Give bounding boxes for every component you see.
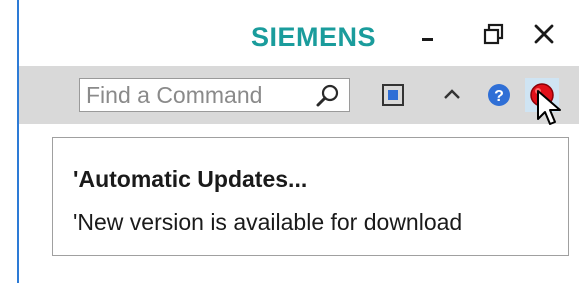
close-icon (534, 24, 554, 44)
collapse-ribbon-button[interactable] (435, 78, 469, 112)
close-button[interactable] (525, 14, 563, 54)
update-notification-popup[interactable]: 'Automatic Updates... 'New version is av… (52, 137, 569, 256)
minimize-button[interactable] (410, 14, 448, 54)
notification-message: 'New version is available for download (73, 209, 463, 235)
find-command-input[interactable] (86, 79, 306, 111)
help-icon: ? (488, 84, 510, 106)
search-icon[interactable] (315, 83, 341, 109)
minimize-icon (422, 38, 433, 41)
find-command-box (79, 78, 350, 112)
notification-title: 'Automatic Updates... (73, 166, 308, 192)
title-bar: SIEMENS (19, 0, 579, 66)
brand-logo: SIEMENS (251, 22, 377, 52)
mouse-pointer-icon (537, 90, 561, 125)
fit-view-button[interactable] (376, 78, 410, 112)
left-window-edge (0, 0, 19, 283)
restore-button[interactable] (475, 14, 513, 54)
command-toolbar: ? (19, 66, 579, 124)
collapse-ribbon-icon (444, 89, 460, 99)
fit-view-icon (382, 84, 404, 106)
help-button[interactable]: ? (482, 78, 516, 112)
svg-text:?: ? (494, 88, 504, 105)
restore-icon (483, 23, 504, 45)
